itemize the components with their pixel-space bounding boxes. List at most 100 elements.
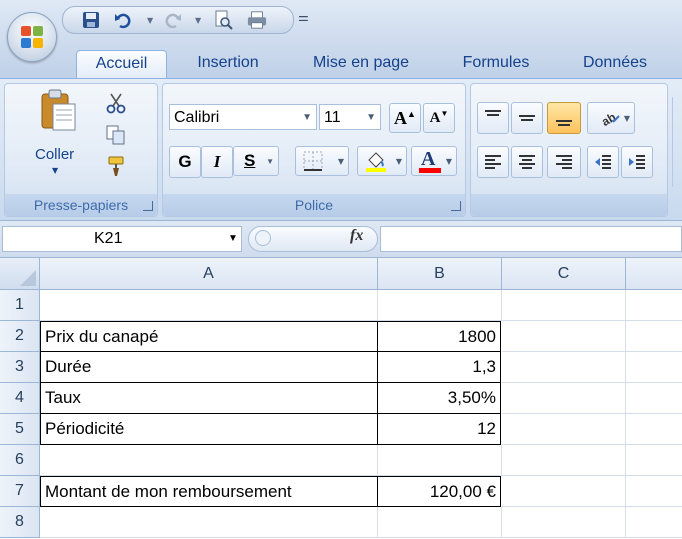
italic-button[interactable]: I xyxy=(201,146,233,178)
increase-indent-icon xyxy=(629,155,645,169)
fill-color-button[interactable]: ▼ xyxy=(357,146,407,176)
group-label-font: Police xyxy=(163,194,465,216)
increase-indent-button[interactable] xyxy=(621,146,653,178)
font-name-dropdown[interactable]: Calibri ▼ xyxy=(169,104,317,130)
cell-d6[interactable] xyxy=(626,445,682,476)
font-color-button[interactable]: A ▼ xyxy=(411,146,457,176)
name-box[interactable]: K21 ▼ xyxy=(2,226,242,252)
decrease-indent-button[interactable] xyxy=(587,146,619,178)
cell-b3[interactable]: 1,3 xyxy=(377,351,501,383)
column-header-b[interactable]: B xyxy=(378,258,502,290)
tab-donnees[interactable]: Données xyxy=(566,50,664,78)
cell-a7[interactable]: Montant de mon remboursement xyxy=(40,476,378,507)
grow-font-button[interactable]: A▲ xyxy=(389,103,421,133)
chevron-down-icon: ▼ xyxy=(623,113,630,123)
undo-dropdown-icon[interactable]: ▼ xyxy=(147,16,153,25)
font-size-dropdown[interactable]: 11 ▼ xyxy=(319,104,381,130)
cell-d2[interactable] xyxy=(626,321,682,352)
shrink-font-button[interactable]: A▼ xyxy=(423,103,455,133)
redo-dropdown-icon[interactable]: ▼ xyxy=(195,16,201,25)
cell-c3[interactable] xyxy=(502,352,626,383)
cell-a8[interactable] xyxy=(40,507,378,538)
cell-a4[interactable]: Taux xyxy=(40,382,378,414)
align-top-button[interactable] xyxy=(477,102,509,134)
tab-mise-en-page[interactable]: Mise en page xyxy=(296,50,426,78)
tab-accueil[interactable]: Accueil xyxy=(76,50,167,79)
select-all-button[interactable] xyxy=(0,258,40,290)
expand-handle-icon[interactable] xyxy=(255,230,271,246)
cell-a5[interactable]: Périodicité xyxy=(40,413,378,445)
align-right-button[interactable] xyxy=(547,146,581,178)
bold-button[interactable]: G xyxy=(169,146,201,178)
cell-b1[interactable] xyxy=(378,290,502,321)
column-header-a[interactable]: A xyxy=(40,258,378,290)
paste-button[interactable]: Coller xyxy=(35,146,74,163)
tab-formules[interactable]: Formules xyxy=(448,50,544,78)
font-color-icon: A xyxy=(419,148,441,173)
align-left-button[interactable] xyxy=(477,146,509,178)
chevron-down-icon[interactable]: ▼ xyxy=(228,227,238,251)
cell-d7[interactable] xyxy=(626,476,682,507)
group-label-alignment xyxy=(471,194,667,216)
fill-color-icon xyxy=(366,152,386,172)
customize-qat-icon[interactable]: ⚌ xyxy=(298,10,309,24)
row-header-3[interactable]: 3 xyxy=(0,352,40,383)
cell-c7[interactable] xyxy=(502,476,626,507)
font-launcher-icon[interactable] xyxy=(451,201,461,211)
row-header-4[interactable]: 4 xyxy=(0,383,40,414)
row-header-5[interactable]: 5 xyxy=(0,414,40,445)
next-group-edge xyxy=(672,97,682,187)
cell-d8[interactable] xyxy=(626,507,682,538)
office-button[interactable] xyxy=(7,12,57,62)
cell-d3[interactable] xyxy=(626,352,682,383)
cell-c8[interactable] xyxy=(502,507,626,538)
cell-b5[interactable]: 12 xyxy=(377,413,501,445)
cell-a1[interactable] xyxy=(40,290,378,321)
clipboard-launcher-icon[interactable] xyxy=(143,201,153,211)
cell-c2[interactable] xyxy=(502,321,626,352)
undo-icon[interactable] xyxy=(113,10,133,30)
borders-button[interactable]: ▼ xyxy=(295,146,349,176)
cell-c1[interactable] xyxy=(502,290,626,321)
row-header-7[interactable]: 7 xyxy=(0,476,40,507)
cell-b2[interactable]: 1800 xyxy=(377,321,501,352)
cell-a6[interactable] xyxy=(40,445,378,476)
align-center-button[interactable] xyxy=(511,146,543,178)
cell-b6[interactable] xyxy=(378,445,502,476)
cell-b4[interactable]: 3,50% xyxy=(377,382,501,414)
cell-c4[interactable] xyxy=(502,383,626,414)
row-header-1[interactable]: 1 xyxy=(0,290,40,321)
orientation-button[interactable]: ab ▼ xyxy=(587,102,635,134)
tab-insertion[interactable]: Insertion xyxy=(180,50,276,78)
save-icon[interactable] xyxy=(81,10,101,30)
format-painter-icon[interactable] xyxy=(105,154,129,178)
cut-icon[interactable] xyxy=(105,92,127,114)
group-label-clipboard: Presse-papiers xyxy=(5,194,157,216)
paste-dropdown-icon[interactable]: ▼ xyxy=(52,166,58,175)
cell-d1[interactable] xyxy=(626,290,682,321)
cell-a2[interactable]: Prix du canapé xyxy=(40,321,378,352)
paste-icon[interactable] xyxy=(39,88,77,132)
align-middle-button[interactable] xyxy=(511,102,543,134)
cell-b7[interactable]: 120,00 € xyxy=(377,476,501,507)
column-header-partial[interactable] xyxy=(626,258,682,290)
row-header-2[interactable]: 2 xyxy=(0,321,40,352)
cell-d4[interactable] xyxy=(626,383,682,414)
row-header-8[interactable]: 8 xyxy=(0,507,40,538)
copy-icon[interactable] xyxy=(105,124,127,146)
print-preview-icon[interactable] xyxy=(213,10,233,30)
align-bottom-button[interactable] xyxy=(547,102,581,134)
cell-a3[interactable]: Durée xyxy=(40,351,378,383)
formula-input[interactable] xyxy=(380,226,682,252)
row-header-6[interactable]: 6 xyxy=(0,445,40,476)
redo-icon[interactable] xyxy=(163,10,183,30)
align-right-icon xyxy=(556,155,572,169)
insert-function-icon[interactable]: fx xyxy=(350,227,363,245)
cell-c5[interactable] xyxy=(502,414,626,445)
print-icon[interactable] xyxy=(247,10,267,30)
underline-button[interactable]: S ▼ xyxy=(233,146,279,176)
cell-d5[interactable] xyxy=(626,414,682,445)
cell-b8[interactable] xyxy=(378,507,502,538)
column-header-c[interactable]: C xyxy=(502,258,626,290)
cell-c6[interactable] xyxy=(502,445,626,476)
